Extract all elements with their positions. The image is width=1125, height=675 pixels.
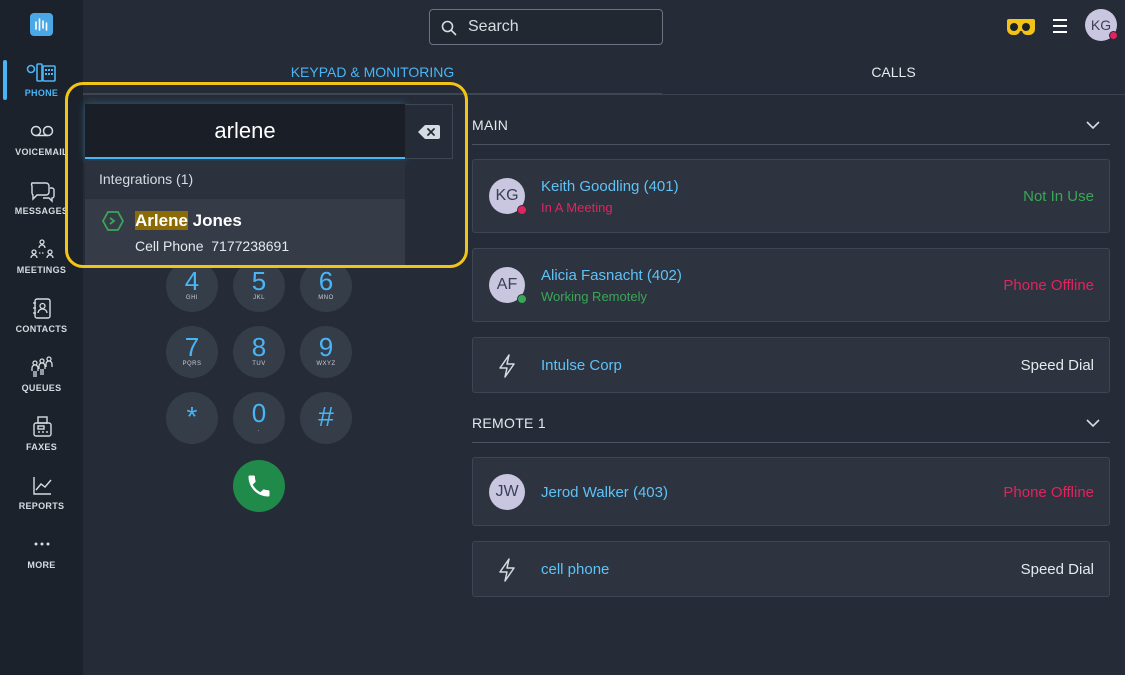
key-8[interactable]: 8 TUV [233, 326, 285, 378]
call-button[interactable] [233, 460, 285, 512]
phone-handset-icon [248, 475, 270, 497]
contact-status-message: In A Meeting [541, 200, 613, 215]
presence-dot [1109, 31, 1118, 40]
sidebar-item-contacts[interactable]: CONTACTS [0, 296, 83, 346]
chevron-down-icon [1086, 419, 1100, 428]
queues-icon [30, 356, 53, 377]
sidebar-item-reports[interactable]: REPORTS [0, 473, 83, 523]
fax-icon [32, 416, 52, 437]
user-avatar[interactable]: KG [1085, 9, 1118, 41]
group-header-main[interactable]: MAIN [472, 109, 1110, 145]
line-status: Phone Offline [1003, 277, 1094, 294]
chevron-down-icon [1086, 121, 1100, 130]
avatar: AF [489, 267, 527, 304]
search-input[interactable] [468, 10, 658, 44]
monitor-card-jerod[interactable]: JW Jerod Walker (403) Phone Offline [472, 457, 1110, 526]
monitor-card-keith[interactable]: KG Keith Goodling (401) In A Meeting Not… [472, 159, 1110, 233]
search-icon [441, 20, 457, 36]
app-logo[interactable] [30, 13, 53, 36]
messages-icon [30, 182, 55, 203]
key-7[interactable]: 7 PQRS [166, 326, 218, 378]
tab-keypad-monitoring[interactable]: KEYPAD & MONITORING [83, 64, 662, 80]
key-hash[interactable]: # [300, 392, 352, 444]
presence-dot [517, 205, 527, 215]
voicemail-icon [30, 125, 53, 137]
contact-name: Intulse Corp [541, 357, 622, 374]
meetings-icon [29, 239, 54, 259]
group-header-remote-1[interactable]: REMOTE 1 [472, 407, 1110, 443]
speed-dial-bolt-icon [499, 354, 515, 378]
hamburger-menu-icon[interactable] [1052, 18, 1068, 34]
contact-name: cell phone [541, 561, 610, 578]
user-initials: KG [1090, 17, 1112, 33]
search-bar[interactable] [429, 9, 663, 45]
more-icon [34, 542, 49, 546]
monitor-card-cell-phone[interactable]: cell phone Speed Dial [472, 541, 1110, 597]
key-0[interactable]: 0. [233, 392, 285, 444]
avatar: KG [489, 178, 527, 215]
contact-name: Alicia Fasnacht (402) [541, 267, 682, 284]
sidebar-item-queues[interactable]: QUEUES [0, 355, 83, 405]
line-status: Speed Dial [1020, 561, 1094, 578]
speed-dial-bolt-icon [499, 558, 515, 582]
reports-icon [32, 477, 52, 495]
contact-status-message: Working Remotely [541, 289, 647, 304]
presence-dot [517, 294, 527, 304]
contact-name: Jerod Walker (403) [541, 484, 668, 501]
line-status: Phone Offline [1003, 484, 1094, 501]
tab-calls[interactable]: CALLS [662, 64, 1125, 80]
sidebar-item-more[interactable]: MORE [0, 532, 83, 582]
key-9[interactable]: 9 WXYZ [300, 326, 352, 378]
monitor-card-alicia[interactable]: AF Alicia Fasnacht (402) Working Remotel… [472, 248, 1110, 322]
key-star[interactable]: * [166, 392, 218, 444]
contact-name: Keith Goodling (401) [541, 178, 679, 195]
sidebar-item-faxes[interactable]: FAXES [0, 414, 83, 464]
monitor-card-intulse-corp[interactable]: Intulse Corp Speed Dial [472, 337, 1110, 393]
phone-icon [26, 63, 56, 82]
avatar: JW [489, 474, 525, 510]
line-status: Not In Use [1023, 188, 1094, 205]
vr-goggles-icon[interactable] [1004, 16, 1036, 37]
highlight-frame [65, 82, 468, 268]
contacts-icon [32, 298, 51, 319]
line-status: Speed Dial [1020, 357, 1094, 374]
